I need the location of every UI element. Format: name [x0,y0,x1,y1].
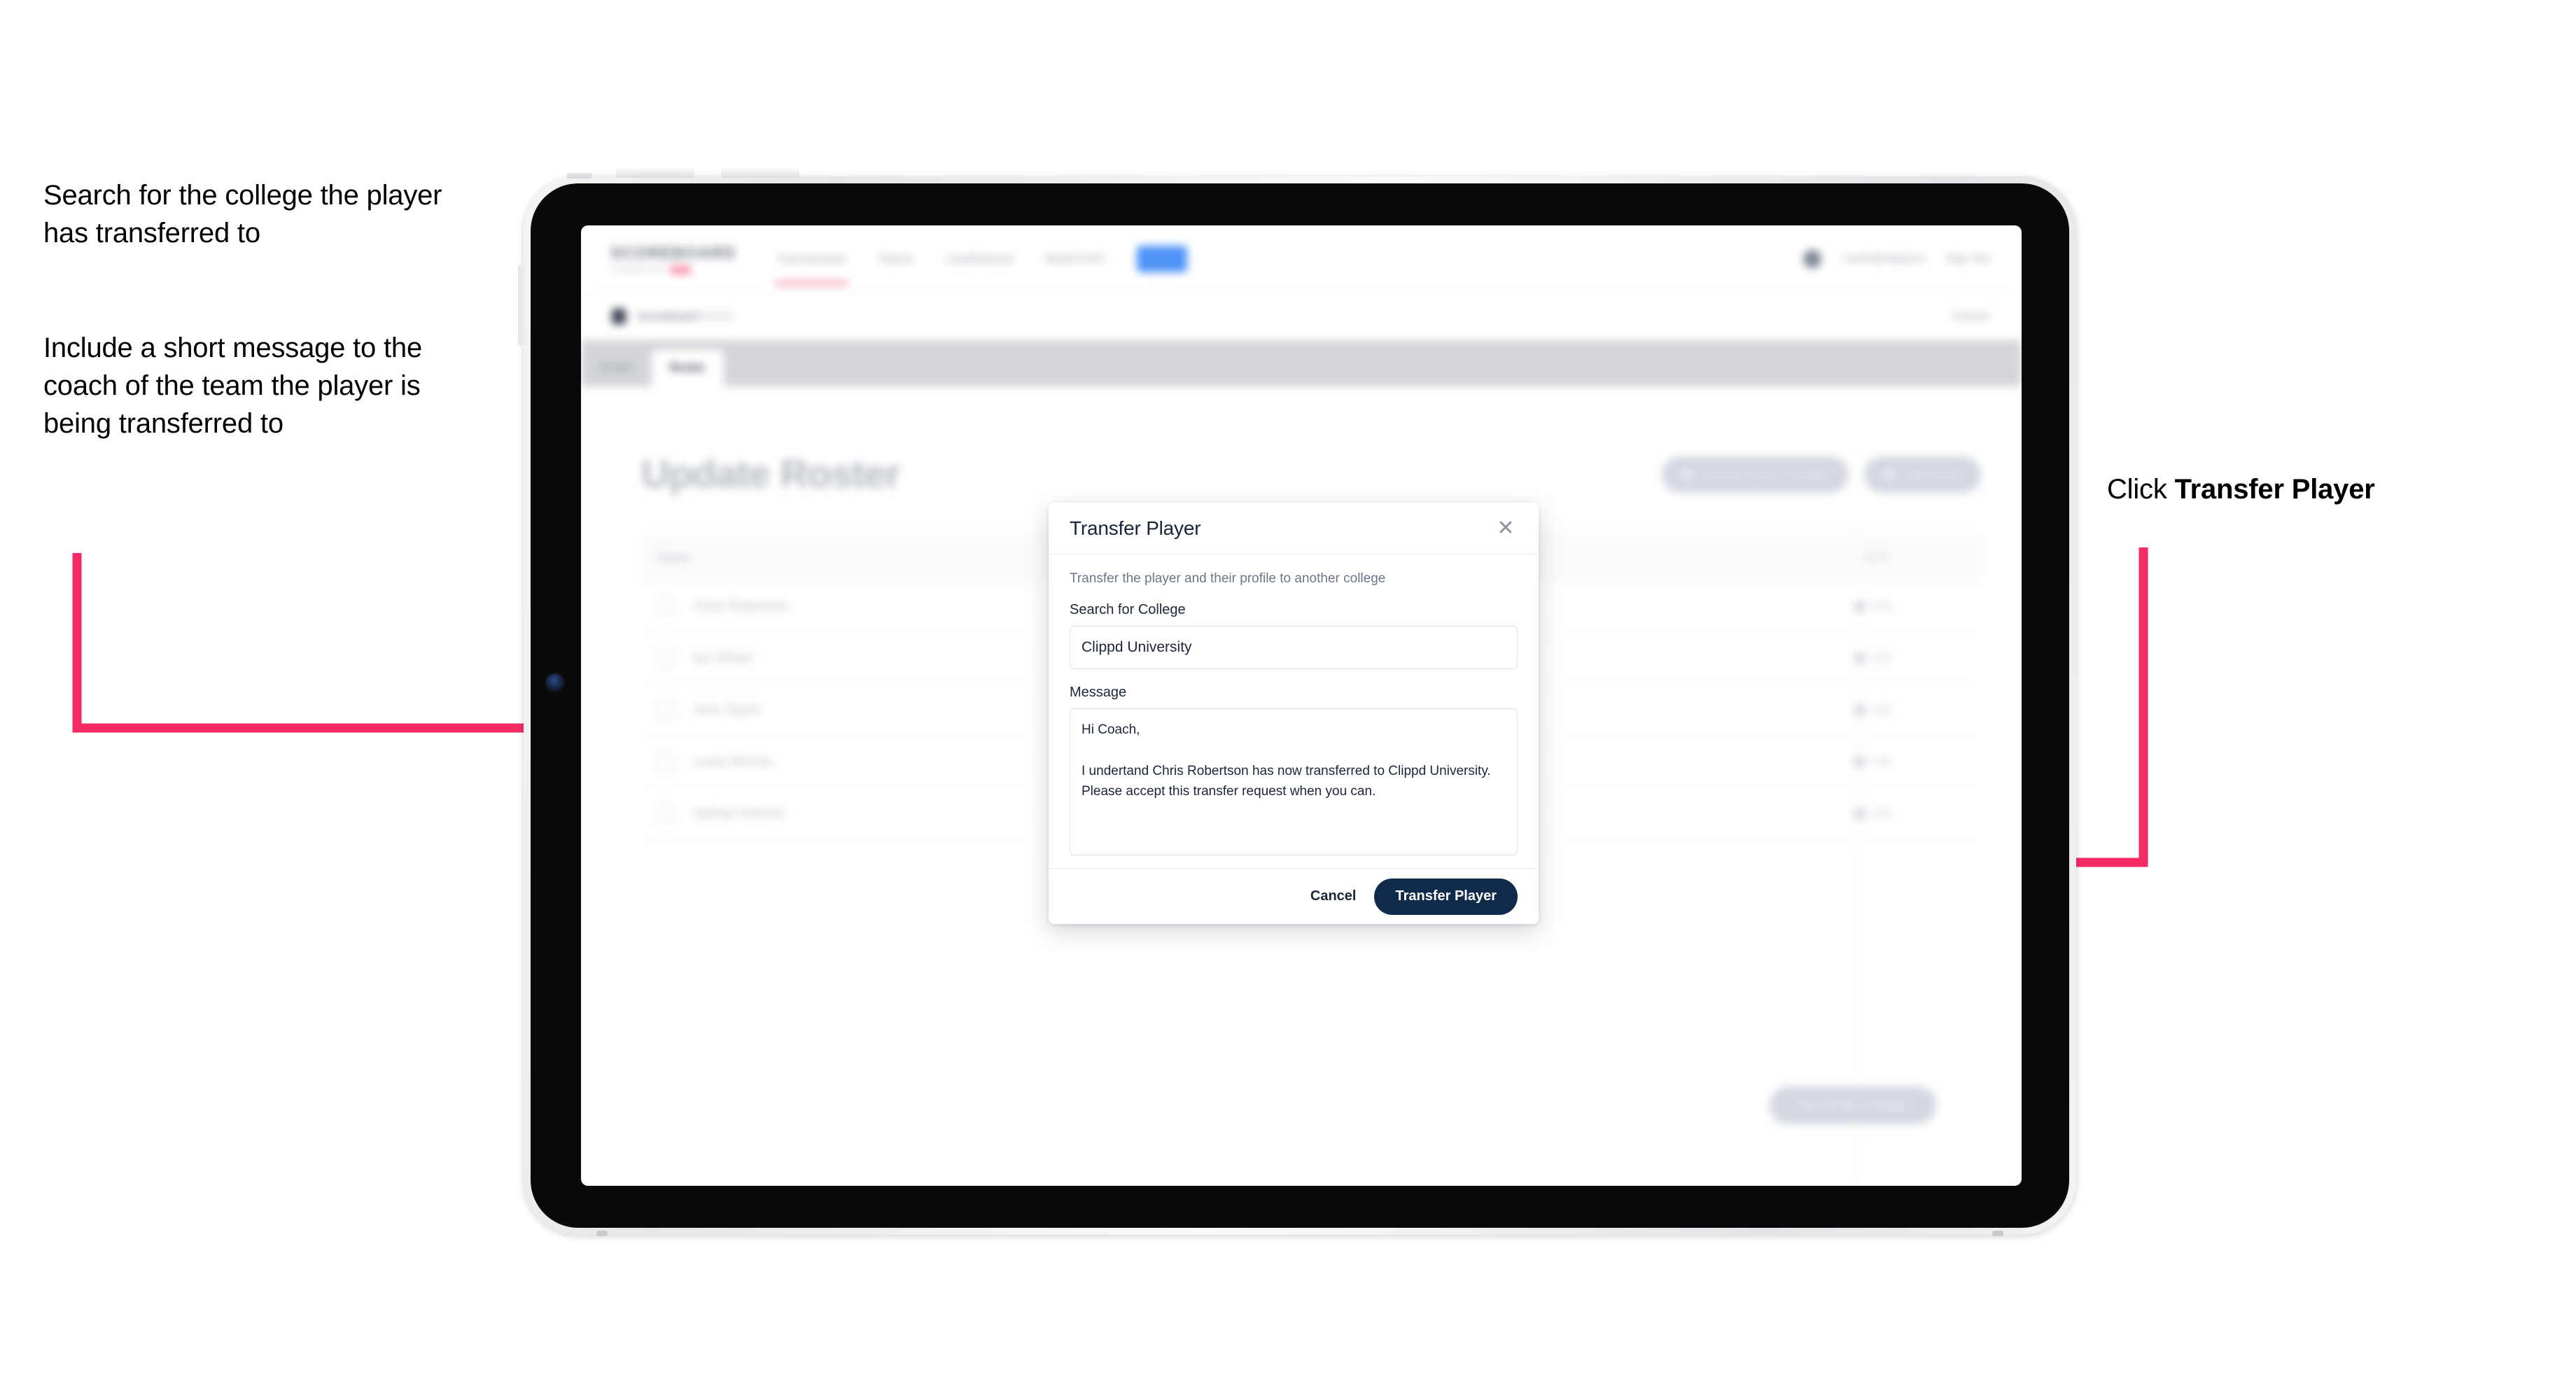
save-roster-changes-button[interactable]: Save Roster Changes [1769,1086,1936,1124]
row-edit-label: Edit [1872,704,1891,716]
transfer-icon [1681,469,1693,480]
row-checkbox[interactable] [657,649,675,668]
breadcrumb: Scoreboard Admin Cancel [581,293,2022,340]
pencil-icon [1852,806,1868,822]
nav-account-area: coach@clippd.io Sign Out [1803,249,1989,268]
player-name: Ian Winter [693,650,754,666]
nav-links: Tournaments Teams Leaderboard World POS [774,245,1187,286]
add-player-button[interactable]: Add Player [1863,456,1981,493]
pencil-icon [1852,650,1868,666]
modal-title: Transfer Player [1070,517,1201,539]
page-title: Update Roster [641,451,901,496]
volume-up-button[interactable] [616,168,694,178]
player-name: Chris Robertson [693,598,790,614]
tab-strip: Details Roster [581,340,2022,386]
transfer-player-button[interactable]: Transfer Player [1374,878,1518,915]
modal-footer: Cancel Transfer Player [1049,868,1539,924]
row-checkbox[interactable] [657,597,675,616]
annotation-left-include-message: Include a short message to the coach of … [43,332,422,439]
save-roster-changes-label: Save Roster Changes [1794,1098,1911,1112]
brand-wordmark: SCOREBOARD [610,244,736,262]
screenshot-stage: Search for the college the player has tr… [0,0,2576,1386]
modal-header: Transfer Player ✕ [1049,503,1539,554]
power-button[interactable] [518,265,526,346]
plus-icon [1883,469,1895,480]
row-edit-action[interactable]: Edit [1852,650,1891,666]
row-edit-label: Edit [1872,652,1891,664]
annotation-left-search-college: Search for the college the player has tr… [43,180,442,248]
message-label: Message [1070,685,1127,700]
tablet-bottom-mark-right [1992,1231,2003,1236]
row-checkbox[interactable] [657,701,675,720]
tab-details[interactable]: Details [581,350,652,386]
request-player-transfer-button[interactable]: Request Player Transfer [1661,456,1849,493]
search-college-label: Search for College [1070,602,1186,617]
modal-description: Transfer the player and their profile to… [1070,571,1386,586]
breadcrumb-sub-text: Admin [701,309,735,323]
nav-link-admin-pill[interactable] [1136,245,1187,272]
app-top-nav: SCOREBOARD POWERED BY Tournaments Teams … [581,225,2022,293]
row-edit-action[interactable]: Edit [1852,598,1891,615]
pencil-icon [1852,754,1868,770]
annotation-right-click-transfer: Click Transfer Player [2107,470,2555,508]
brand-logo[interactable]: SCOREBOARD POWERED BY [610,244,736,274]
row-checkbox[interactable] [657,804,675,823]
nav-link-leaderboard[interactable]: Leaderboard [945,252,1012,266]
player-name: Lewis Murray [693,754,772,769]
brand-clippd-badge [669,265,691,274]
row-edit-label: Edit [1872,600,1891,612]
annotation-right-bold: Transfer Player [2174,474,2375,505]
request-player-transfer-label: Request Player Transfer [1700,468,1829,481]
brand-subline: POWERED BY [610,265,722,274]
pencil-icon [1852,702,1868,718]
account-email: coach@clippd.io [1842,252,1925,265]
add-player-label: Add Player [1903,468,1961,481]
search-college-input[interactable]: Clippd University [1070,626,1518,669]
transfer-player-modal: Transfer Player ✕ Transfer the player an… [1049,503,1539,924]
page-header-actions: Request Player Transfer Add Player [1661,456,1981,493]
nav-link-tournaments[interactable]: Tournaments [774,252,849,286]
row-edit-action[interactable]: Edit [1852,702,1891,718]
tablet-mic-hole [567,173,592,178]
cancel-button[interactable]: Cancel [1310,888,1357,904]
row-edit-action[interactable]: Edit [1852,754,1891,770]
tablet-bottom-mark-left [596,1231,608,1236]
annotation-right-prefix: Click [2107,474,2175,505]
close-icon[interactable]: ✕ [1494,517,1518,540]
message-textarea[interactable]: Hi Coach, I undertand Chris Robertson ha… [1070,708,1518,855]
player-name: Nathan Holmes [693,806,785,821]
column-header-edit: EDIT [1864,552,1890,564]
row-edit-action[interactable]: Edit [1852,806,1891,822]
nav-link-teams[interactable]: Teams [878,252,913,266]
modal-body: Transfer the player and their profile to… [1049,554,1539,868]
front-camera-icon [546,673,564,692]
breadcrumb-title: Scoreboard Admin [637,309,735,323]
pencil-icon [1852,598,1868,615]
avatar[interactable] [1803,249,1822,268]
row-checkbox[interactable] [657,752,675,771]
breadcrumb-title-text: Scoreboard [637,309,699,323]
clipboard-icon [612,308,626,324]
player-name: John Taylor [693,702,761,718]
row-edit-label: Edit [1872,807,1891,820]
tab-roster[interactable]: Roster [651,350,724,386]
sign-out-link[interactable]: Sign Out [1946,253,1989,265]
row-edit-label: Edit [1872,755,1891,768]
breadcrumb-cancel-link[interactable]: Cancel [1952,309,1989,323]
volume-down-button[interactable] [721,168,799,178]
brand-powered-by: POWERED BY [610,265,666,274]
nav-link-world-pos[interactable]: World POS [1045,252,1105,266]
column-header-name: Name [658,551,691,564]
